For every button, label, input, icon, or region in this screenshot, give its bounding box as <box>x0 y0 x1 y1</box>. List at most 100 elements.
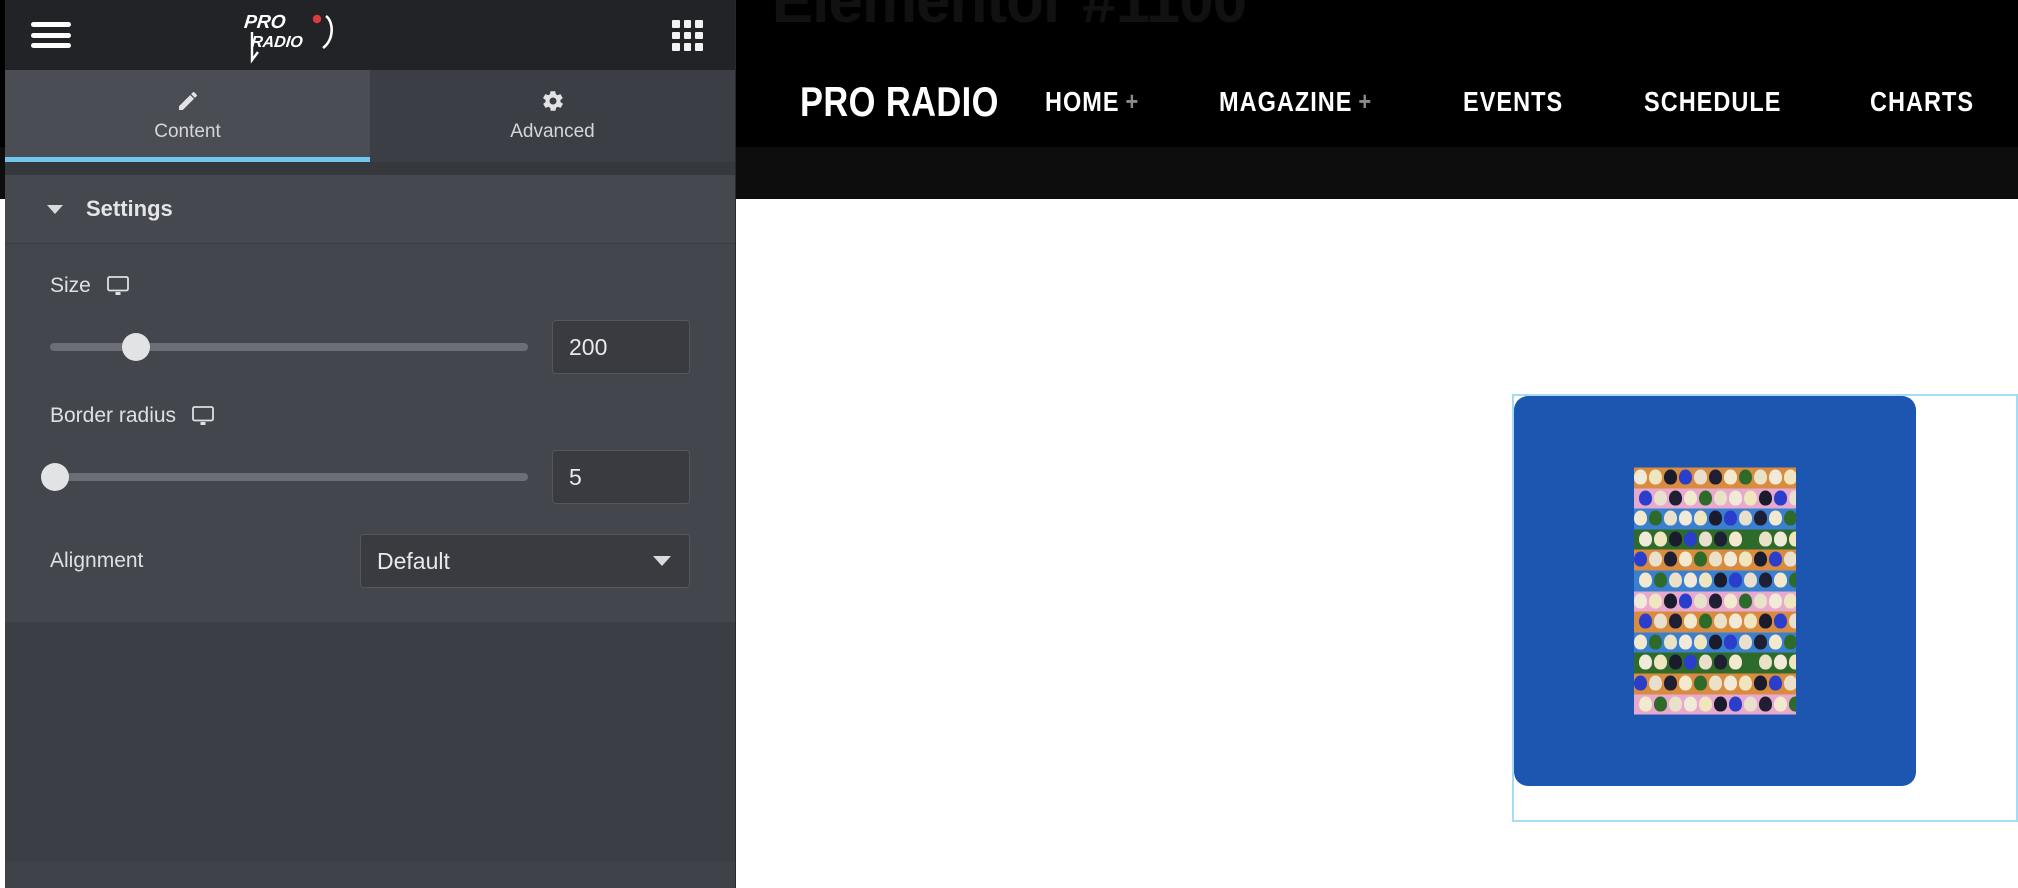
size-slider[interactable] <box>50 333 528 361</box>
artwork-motif <box>1684 490 1697 506</box>
border-radius-slider-handle[interactable] <box>40 463 69 491</box>
artwork-motif <box>1789 531 1796 547</box>
artwork-motif <box>1714 490 1727 506</box>
artwork-motif <box>1744 696 1757 712</box>
pencil-icon <box>178 92 197 110</box>
artwork-band <box>1634 570 1796 592</box>
tab-content-label: Content <box>154 121 221 142</box>
artwork-motif <box>1784 469 1796 485</box>
artwork-band <box>1634 508 1796 530</box>
artwork-motif <box>1729 572 1742 588</box>
artwork-motif <box>1649 469 1662 485</box>
artwork-motif <box>1699 654 1712 670</box>
alignment-selected-value: Default <box>377 547 450 574</box>
border-radius-label-row: Border radius <box>50 404 690 428</box>
artwork-motif <box>1649 510 1662 526</box>
artwork-motif <box>1679 551 1692 567</box>
artwork-motif <box>1759 654 1772 670</box>
artwork-image <box>1634 467 1796 715</box>
tab-content[interactable]: Content <box>5 70 370 162</box>
svg-text:PRO: PRO <box>243 12 287 33</box>
artwork-motif <box>1774 572 1787 588</box>
artwork-motif <box>1694 634 1707 650</box>
artwork-motif <box>1684 654 1697 670</box>
artwork-band <box>1634 467 1796 489</box>
artwork-motif <box>1709 634 1722 650</box>
alignment-select[interactable]: Default <box>360 534 690 588</box>
nav-item-events[interactable]: EVENTS <box>1463 86 1563 118</box>
chevron-down-icon[interactable] <box>653 556 671 566</box>
artwork-motif <box>1639 654 1652 670</box>
image-widget[interactable] <box>1514 396 1916 786</box>
nav-item-magazine[interactable]: MAGAZINE + <box>1219 86 1372 118</box>
artwork-band <box>1634 694 1796 715</box>
caret-down-icon[interactable] <box>47 204 63 214</box>
artwork-motif <box>1784 634 1796 650</box>
artwork-motif <box>1754 469 1767 485</box>
artwork-motif <box>1774 531 1787 547</box>
artwork-motif <box>1709 469 1722 485</box>
artwork-motif <box>1784 510 1796 526</box>
border-radius-input[interactable]: 5 <box>552 450 690 504</box>
artwork-motif <box>1649 593 1662 609</box>
settings-section-title: Settings <box>86 196 173 221</box>
tab-advanced[interactable]: Advanced <box>370 70 735 162</box>
artwork-motif <box>1694 593 1707 609</box>
size-control: Size 200 <box>50 274 690 374</box>
artwork-motif <box>1754 593 1767 609</box>
artwork-band <box>1634 549 1796 571</box>
artwork-motif <box>1669 654 1682 670</box>
artwork-motif <box>1759 572 1772 588</box>
artwork-motif <box>1724 634 1737 650</box>
hamburger-icon[interactable] <box>31 22 71 48</box>
nav-item-schedule[interactable]: SCHEDULE <box>1644 86 1781 118</box>
artwork-motif <box>1684 572 1697 588</box>
artwork-motif <box>1769 510 1782 526</box>
artwork-band <box>1634 611 1796 633</box>
artwork-band <box>1634 673 1796 695</box>
size-label-row: Size <box>50 274 690 298</box>
artwork-motif <box>1769 593 1782 609</box>
artwork-motif <box>1699 490 1712 506</box>
artwork-motif <box>1754 634 1767 650</box>
artwork-motif <box>1769 469 1782 485</box>
artwork-motif <box>1714 613 1727 629</box>
panel-divider <box>5 162 735 175</box>
artwork-motif <box>1729 490 1742 506</box>
artwork-motif <box>1654 613 1667 629</box>
border-radius-slider[interactable] <box>40 463 528 491</box>
artwork-motif <box>1729 696 1742 712</box>
artwork-motif <box>1774 490 1787 506</box>
artwork-motif <box>1634 675 1647 691</box>
artwork-motif <box>1679 510 1692 526</box>
grid-icon[interactable] <box>672 20 703 51</box>
nav-item-charts[interactable]: CHARTS <box>1870 86 1974 118</box>
artwork-motif <box>1634 551 1647 567</box>
artwork-motif <box>1789 696 1796 712</box>
artwork-motif <box>1664 675 1677 691</box>
artwork-motif <box>1724 469 1737 485</box>
settings-section-header[interactable]: Settings <box>5 175 735 244</box>
size-slider-handle[interactable] <box>122 333 151 361</box>
border-radius-control: Border radius 5 <box>40 404 690 504</box>
artwork-motif <box>1649 634 1662 650</box>
artwork-motif <box>1694 675 1707 691</box>
artwork-motif <box>1654 490 1667 506</box>
panel-empty-area <box>5 622 735 862</box>
artwork-motif <box>1664 469 1677 485</box>
artwork-motif <box>1714 531 1727 547</box>
artwork-motif <box>1774 654 1787 670</box>
artwork-motif <box>1639 696 1652 712</box>
monitor-icon[interactable] <box>192 406 214 426</box>
artwork-motif <box>1754 510 1767 526</box>
artwork-motif <box>1739 634 1752 650</box>
artwork-band <box>1634 632 1796 653</box>
selected-widget-outline[interactable] <box>1512 394 2018 822</box>
artwork-motif <box>1664 593 1677 609</box>
artwork-motif <box>1694 510 1707 526</box>
size-input[interactable]: 200 <box>552 320 690 374</box>
monitor-icon[interactable] <box>106 276 129 296</box>
artwork-motif <box>1649 675 1662 691</box>
nav-item-home[interactable]: HOME + <box>1045 86 1139 118</box>
artwork-motif <box>1739 675 1752 691</box>
